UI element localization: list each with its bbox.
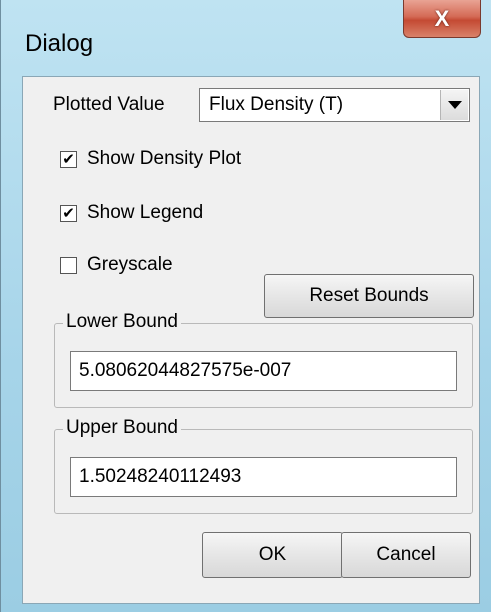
lower-bound-input[interactable]: 5.08062044827575e-007 [70,351,457,391]
window-title: Dialog [25,30,94,57]
upper-bound-group: Upper Bound 1.50248240112493 [54,417,473,514]
title-bar[interactable]: Dialog X [1,0,491,76]
greyscale-checkbox[interactable] [60,257,77,274]
reset-bounds-button[interactable]: Reset Bounds [264,274,474,318]
cancel-button[interactable]: Cancel [341,532,471,578]
plotted-value-label: Plotted Value [53,94,165,115]
chevron-down-icon[interactable] [440,90,468,120]
show-legend-label[interactable]: Show Legend [87,202,203,224]
dialog-frame: Dialog X Plotted Value Flux Density (T) … [0,0,491,612]
lower-bound-group: Lower Bound 5.08062044827575e-007 [54,311,473,408]
plotted-value-dropdown[interactable]: Flux Density (T) [199,88,470,122]
dialog-client-area: Plotted Value Flux Density (T) ✔ Show De… [22,76,480,604]
plotted-value-selected: Flux Density (T) [209,94,344,115]
lower-bound-legend: Lower Bound [63,311,181,333]
greyscale-label[interactable]: Greyscale [87,254,173,276]
show-legend-checkbox[interactable]: ✔ [60,205,77,222]
upper-bound-legend: Upper Bound [63,417,181,439]
close-icon: X [434,5,450,31]
ok-button[interactable]: OK [202,532,343,578]
show-density-plot-checkbox[interactable]: ✔ [60,151,77,168]
close-button[interactable]: X [403,0,481,38]
show-density-plot-label[interactable]: Show Density Plot [87,148,241,170]
upper-bound-input[interactable]: 1.50248240112493 [70,457,457,497]
